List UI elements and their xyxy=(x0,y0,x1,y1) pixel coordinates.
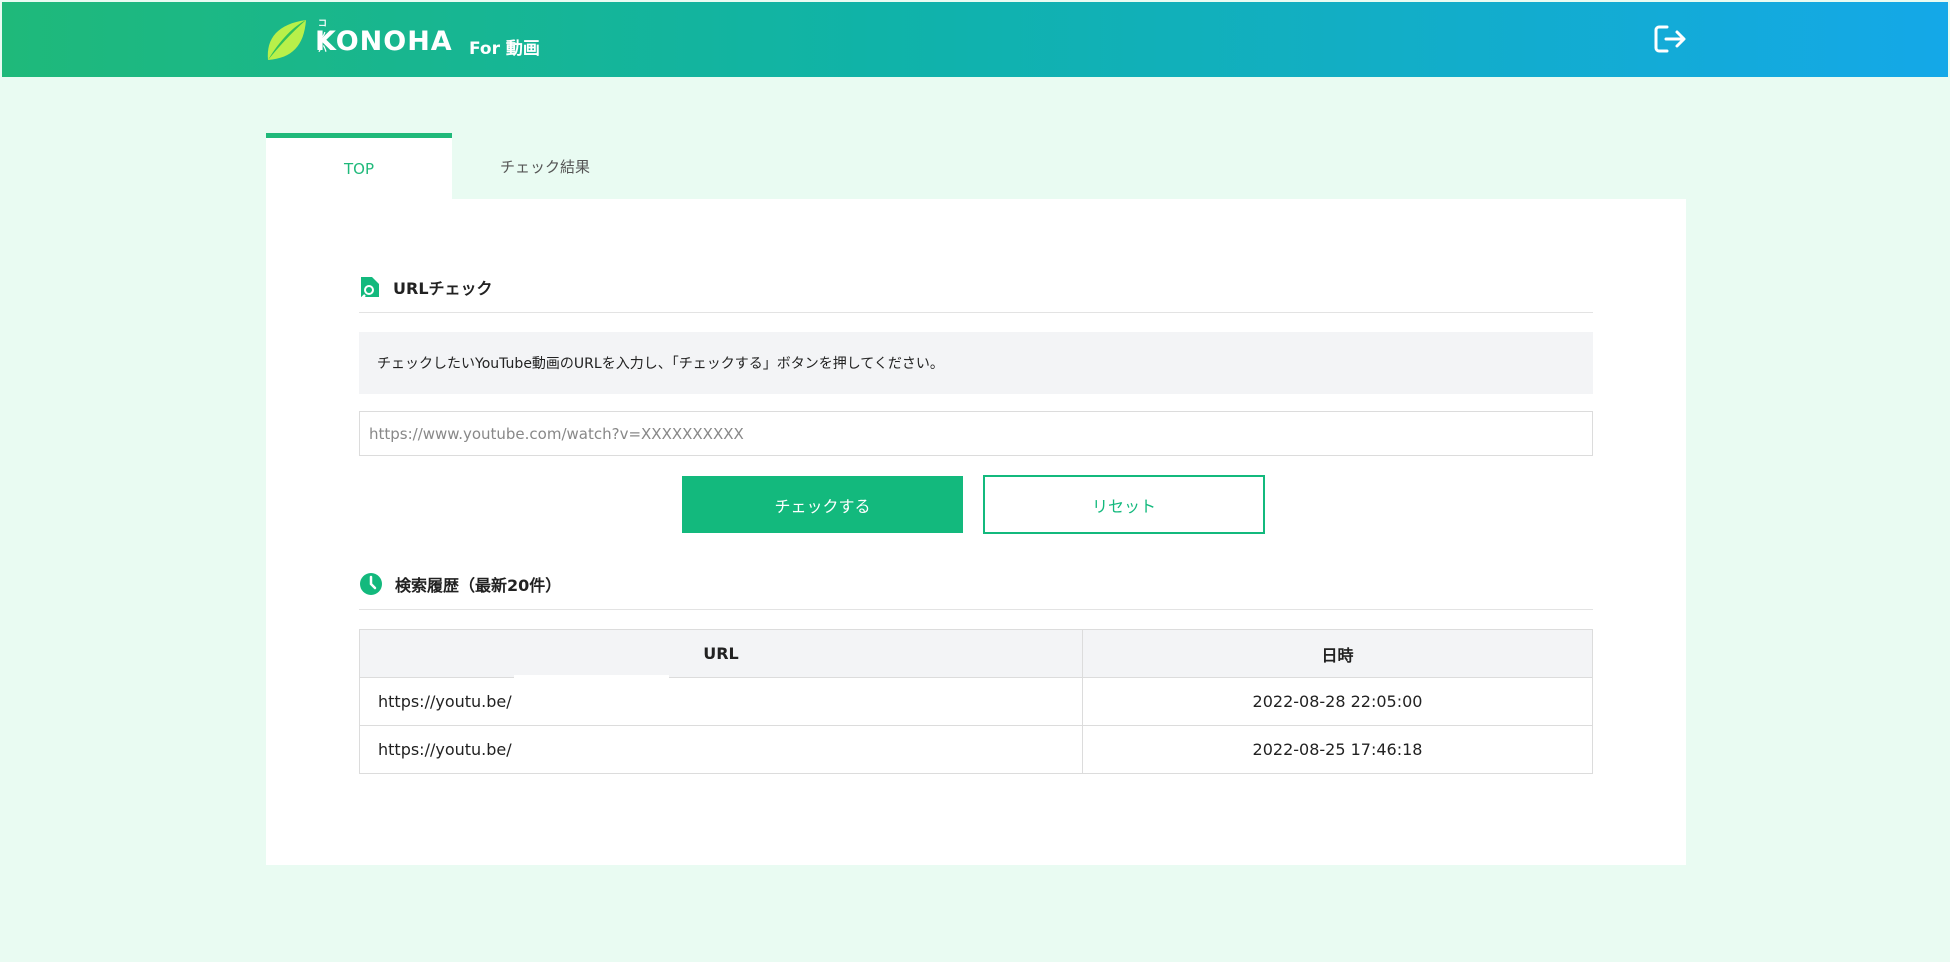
history-heading: 検索履歴（最新20件） xyxy=(359,572,561,596)
check-button[interactable]: チェックする xyxy=(682,476,963,533)
logo-subtitle: For 動画 xyxy=(469,39,540,59)
redaction-mask xyxy=(514,675,669,725)
logo-brand: KONOHA xyxy=(315,26,453,57)
table-header-row: URL 日時 xyxy=(359,629,1593,678)
column-header-url: URL xyxy=(359,629,1083,678)
url-check-title: URLチェック xyxy=(393,279,493,298)
history-divider xyxy=(359,609,1593,610)
app-header: コノハ KONOHA For 動画 xyxy=(2,2,1948,77)
clock-icon xyxy=(360,573,382,595)
tab-top[interactable]: TOP xyxy=(266,133,452,200)
url-check-divider xyxy=(359,312,1593,313)
main-card: URLチェック チェックしたいYouTube動画のURLを入力し、「チェックする… xyxy=(266,199,1686,865)
logout-icon[interactable] xyxy=(1652,22,1688,56)
column-header-datetime: 日時 xyxy=(1082,629,1593,678)
instruction-notice: チェックしたいYouTube動画のURLを入力し、「チェックする」ボタンを押して… xyxy=(359,332,1593,394)
tab-check-results[interactable]: チェック結果 xyxy=(452,133,638,200)
tab-top-label: TOP xyxy=(343,160,374,178)
leaf-icon xyxy=(267,20,306,60)
document-search-icon xyxy=(361,277,379,299)
table-row[interactable]: https://youtu.be/ 2022-08-25 17:46:18 xyxy=(359,725,1593,774)
instruction-text: チェックしたいYouTube動画のURLを入力し、「チェックする」ボタンを押して… xyxy=(377,356,944,372)
page-frame: コノハ KONOHA For 動画 TOP チェック結果 URLチェック チェッ… xyxy=(2,2,1948,960)
history-url-cell[interactable]: https://youtu.be/ xyxy=(359,725,1083,774)
url-check-heading: URLチェック xyxy=(359,275,493,299)
reset-button[interactable]: リセット xyxy=(983,475,1265,534)
history-datetime-cell: 2022-08-25 17:46:18 xyxy=(1082,725,1593,774)
history-title: 検索履歴（最新20件） xyxy=(395,576,562,595)
tab-check-results-label: チェック結果 xyxy=(499,158,590,176)
history-url-cell[interactable]: https://youtu.be/ xyxy=(359,677,1083,726)
url-input[interactable] xyxy=(359,411,1593,456)
history-datetime-cell: 2022-08-28 22:05:00 xyxy=(1082,677,1593,726)
